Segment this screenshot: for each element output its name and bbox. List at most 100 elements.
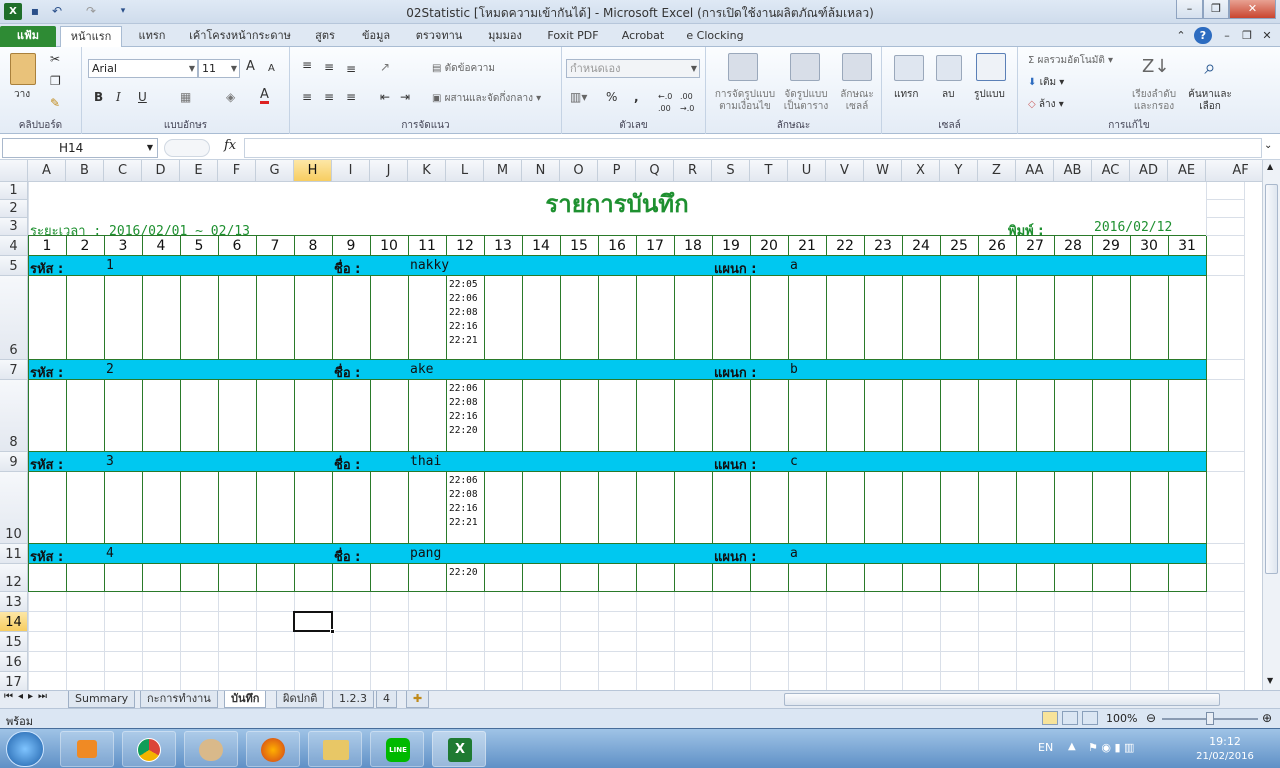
- tab-file[interactable]: แฟ้ม: [0, 26, 56, 47]
- fill-color-icon[interactable]: ◈: [226, 91, 235, 103]
- select-all-corner[interactable]: [0, 160, 28, 182]
- comma-style-button[interactable]: ,: [634, 91, 639, 103]
- column-header[interactable]: K: [408, 160, 446, 182]
- conditional-formatting-icon[interactable]: [728, 53, 758, 81]
- column-header[interactable]: T: [750, 160, 788, 182]
- underline-button[interactable]: U: [138, 91, 147, 103]
- delete-cells-icon[interactable]: [936, 55, 962, 81]
- column-header[interactable]: F: [218, 160, 256, 182]
- copy-icon[interactable]: ❐: [50, 75, 61, 87]
- fill-handle[interactable]: [330, 629, 335, 634]
- orientation-icon[interactable]: ↗: [380, 61, 390, 73]
- row-header[interactable]: 4: [0, 236, 28, 256]
- column-header[interactable]: J: [370, 160, 408, 182]
- merge-center-button[interactable]: ▣ ผสานและจัดกึ่งกลาง ▾: [432, 93, 541, 105]
- wrap-text-button[interactable]: ▤ ตัดข้อความ: [432, 63, 495, 75]
- grow-font-icon[interactable]: A: [246, 60, 255, 73]
- decrease-decimal-icon[interactable]: .00 →.0: [680, 91, 694, 115]
- minimize-button[interactable]: –: [1176, 0, 1203, 19]
- zoom-slider-handle[interactable]: [1206, 712, 1214, 725]
- insert-cells-button[interactable]: แทรก: [894, 89, 918, 101]
- tab-foxit-pdf[interactable]: Foxit PDF: [540, 26, 606, 47]
- insert-function-icon[interactable]: fx: [224, 138, 236, 153]
- accounting-format-icon[interactable]: ▥▾: [570, 91, 587, 103]
- column-header[interactable]: W: [864, 160, 902, 182]
- paint-icon[interactable]: [184, 731, 238, 767]
- horizontal-scroll-thumb[interactable]: [784, 693, 1220, 706]
- column-header[interactable]: G: [256, 160, 294, 182]
- expand-formula-bar-icon[interactable]: ⌄: [1264, 140, 1272, 151]
- row-header[interactable]: 14: [0, 612, 28, 632]
- name-box[interactable]: H14 ▼: [2, 138, 158, 158]
- column-header[interactable]: A: [28, 160, 66, 182]
- column-header[interactable]: Z: [978, 160, 1016, 182]
- column-header[interactable]: O: [560, 160, 598, 182]
- column-header[interactable]: AF: [1206, 160, 1262, 182]
- row-header[interactable]: 8: [0, 380, 28, 452]
- column-header[interactable]: U: [788, 160, 826, 182]
- row-header[interactable]: 13: [0, 592, 28, 612]
- row-header[interactable]: 6: [0, 276, 28, 360]
- italic-button[interactable]: I: [116, 91, 121, 103]
- media-player-icon[interactable]: [60, 731, 114, 767]
- column-header[interactable]: B: [66, 160, 104, 182]
- cell-styles-icon[interactable]: [842, 53, 872, 81]
- column-header[interactable]: AB: [1054, 160, 1092, 182]
- column-header[interactable]: H: [294, 160, 332, 182]
- font-size-combo[interactable]: 11 ▼: [198, 59, 240, 78]
- insert-sheet-icon[interactable]: ✚: [406, 691, 430, 708]
- line-app-icon[interactable]: LINE: [370, 731, 424, 767]
- tab-insert[interactable]: แทรก: [128, 26, 176, 47]
- conditional-formatting-button[interactable]: การจัดรูปแบบ ตามเงื่อนไข: [710, 89, 780, 113]
- restore-button[interactable]: ❐: [1203, 0, 1229, 19]
- tab-view[interactable]: มุมมอง: [478, 26, 532, 47]
- chrome-icon[interactable]: [122, 731, 176, 767]
- row-header[interactable]: 7: [0, 360, 28, 380]
- number-format-combo[interactable]: กำหนดเอง ▼: [566, 59, 700, 78]
- percent-style-button[interactable]: %: [606, 91, 617, 103]
- scroll-up-icon[interactable]: ▲: [1267, 162, 1273, 171]
- align-center-icon[interactable]: ≡: [324, 91, 334, 103]
- column-header[interactable]: AA: [1016, 160, 1054, 182]
- align-middle-icon[interactable]: ≡: [324, 61, 334, 73]
- sheet-tab-123[interactable]: 1.2.3: [332, 691, 374, 708]
- font-color-icon[interactable]: A: [260, 88, 269, 104]
- normal-view-icon[interactable]: [1042, 711, 1058, 725]
- sheet-tab-records[interactable]: บันทึก: [224, 691, 267, 708]
- format-cells-button[interactable]: รูปแบบ: [974, 89, 1005, 101]
- paste-button[interactable]: วาง: [14, 89, 30, 101]
- column-header[interactable]: C: [104, 160, 142, 182]
- sheet-tab-abnormal[interactable]: ผิดปกติ: [276, 691, 325, 708]
- row-header[interactable]: 1: [0, 182, 28, 200]
- tab-review[interactable]: ตรวจทาน: [408, 26, 470, 47]
- sheet-tab-shifts[interactable]: กะการทำงาน: [140, 691, 218, 708]
- column-header[interactable]: AD: [1130, 160, 1168, 182]
- clock-time[interactable]: 19:12: [1190, 735, 1260, 748]
- excel-taskbar-icon[interactable]: X: [432, 731, 486, 767]
- vertical-scrollbar[interactable]: ▲ ▼: [1262, 160, 1280, 690]
- tab-page-layout[interactable]: เค้าโครงหน้ากระดาษ: [184, 26, 296, 47]
- align-bottom-icon[interactable]: ≡: [346, 63, 356, 75]
- column-header[interactable]: Y: [940, 160, 978, 182]
- workbook-restore-icon[interactable]: ❐: [1238, 26, 1256, 47]
- row-header[interactable]: 2: [0, 200, 28, 218]
- format-cells-icon[interactable]: [976, 53, 1006, 81]
- formula-bar-resize-handle[interactable]: [164, 139, 210, 157]
- format-as-table-button[interactable]: จัดรูปแบบ เป็นตาราง: [778, 89, 834, 113]
- column-header[interactable]: Q: [636, 160, 674, 182]
- insert-cells-icon[interactable]: [894, 55, 924, 81]
- row-header[interactable]: 9: [0, 452, 28, 472]
- zoom-out-icon[interactable]: ⊖: [1146, 711, 1156, 725]
- tab-data[interactable]: ข้อมูล: [352, 26, 400, 47]
- scroll-down-icon[interactable]: ▼: [1267, 676, 1273, 685]
- tray-icons[interactable]: ⚑ ◉ ▮ ▥: [1088, 741, 1134, 754]
- fill-button[interactable]: ⬇ เติม ▾: [1028, 77, 1064, 89]
- language-indicator[interactable]: EN: [1038, 741, 1053, 754]
- tab-e-clocking[interactable]: e Clocking: [680, 26, 750, 47]
- workbook-close-icon[interactable]: ✕: [1258, 26, 1276, 47]
- clear-button[interactable]: ◇ ล้าง ▾: [1028, 99, 1064, 111]
- cell-styles-button[interactable]: ลักษณะ เซลล์: [834, 89, 880, 113]
- clock-date[interactable]: 21/02/2016: [1188, 751, 1262, 762]
- zoom-level[interactable]: 100%: [1106, 712, 1137, 725]
- help-icon[interactable]: ?: [1194, 27, 1212, 44]
